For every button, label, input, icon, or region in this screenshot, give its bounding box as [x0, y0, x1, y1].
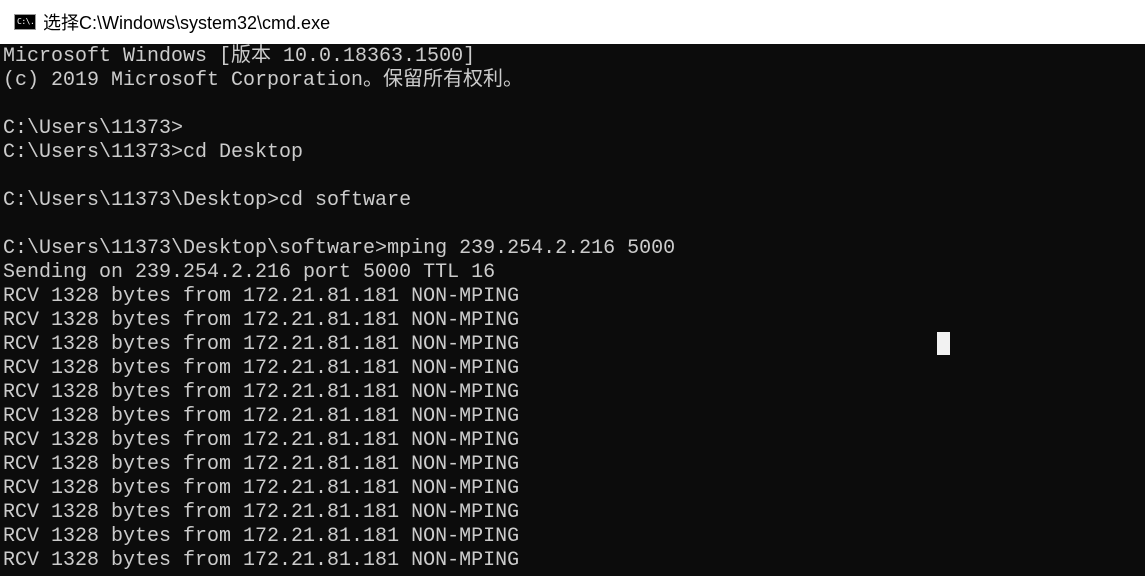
console-line: RCV 1328 bytes from 172.21.81.181 NON-MP… — [3, 285, 520, 308]
console-line: RCV 1328 bytes from 172.21.81.181 NON-MP… — [3, 525, 520, 548]
console-line: (c) 2019 Microsoft Corporation。保留所有权利。 — [3, 69, 524, 92]
console-line: Microsoft Windows [版本 10.0.18363.1500] — [3, 45, 476, 68]
console-line: RCV 1328 bytes from 172.21.81.181 NON-MP… — [3, 405, 520, 428]
console-lines: Microsoft Windows [版本 10.0.18363.1500] (… — [3, 45, 675, 573]
console-output-area[interactable]: Microsoft Windows [版本 10.0.18363.1500] (… — [0, 44, 1145, 576]
console-line: C:\Users\11373\Desktop\software>mping 23… — [3, 237, 676, 260]
cmd-console-icon[interactable]: C:\. — [14, 14, 36, 30]
console-line: RCV 1328 bytes from 172.21.81.181 NON-MP… — [3, 501, 520, 524]
text-cursor — [937, 332, 950, 355]
console-line: RCV 1328 bytes from 172.21.81.181 NON-MP… — [3, 549, 520, 572]
console-line: RCV 1328 bytes from 172.21.81.181 NON-MP… — [3, 357, 520, 380]
console-line: C:\Users\11373>cd Desktop — [3, 141, 304, 164]
console-line: RCV 1328 bytes from 172.21.81.181 NON-MP… — [3, 333, 520, 356]
console-line: RCV 1328 bytes from 172.21.81.181 NON-MP… — [3, 477, 520, 500]
console-line: C:\Users\11373> — [3, 117, 184, 140]
cmd-icon-glyph: C:\. — [17, 17, 35, 26]
console-line: C:\Users\11373\Desktop>cd software — [3, 189, 412, 212]
console-line: Sending on 239.254.2.216 port 5000 TTL 1… — [3, 261, 496, 284]
console-line: RCV 1328 bytes from 172.21.81.181 NON-MP… — [3, 453, 520, 476]
title-bar[interactable]: C:\. 选择C:\Windows\system32\cmd.exe — [0, 0, 1145, 44]
console-line: RCV 1328 bytes from 172.21.81.181 NON-MP… — [3, 309, 520, 332]
cmd-window: C:\. 选择C:\Windows\system32\cmd.exe Micro… — [0, 0, 1145, 576]
console-line: RCV 1328 bytes from 172.21.81.181 NON-MP… — [3, 429, 520, 452]
window-title: 选择C:\Windows\system32\cmd.exe — [43, 13, 331, 33]
console-line: RCV 1328 bytes from 172.21.81.181 NON-MP… — [3, 381, 520, 404]
